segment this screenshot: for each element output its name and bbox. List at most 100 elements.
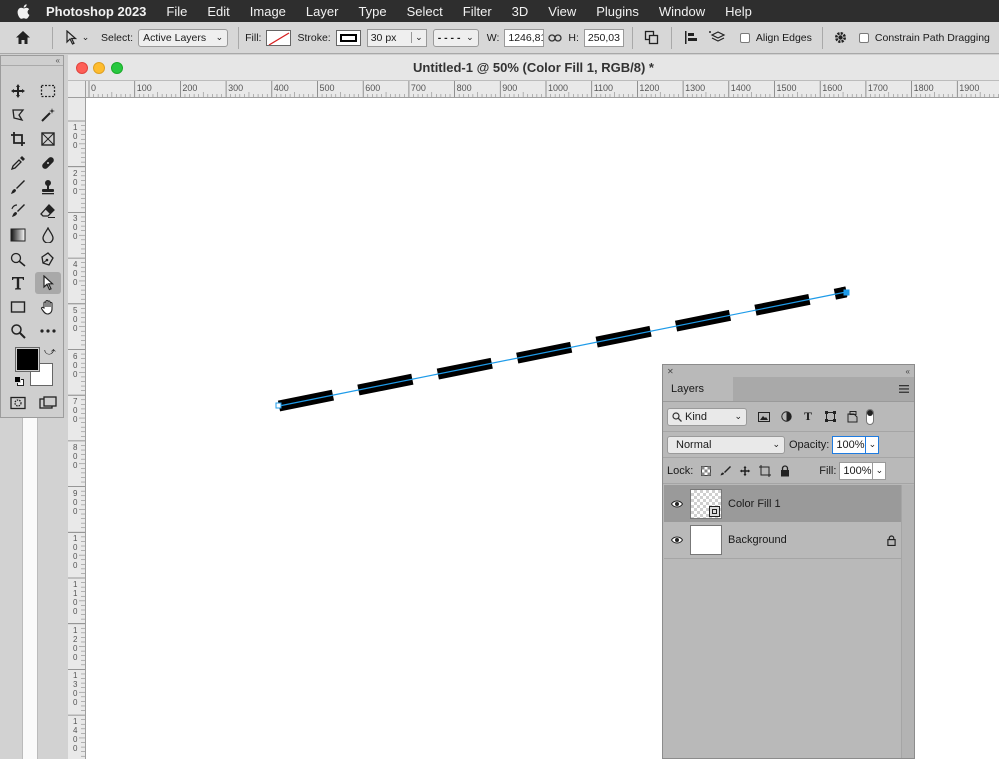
more-tools-icon[interactable]	[35, 320, 61, 342]
path-anchor-start[interactable]	[275, 402, 282, 409]
lock-icon[interactable]	[881, 534, 901, 546]
filter-toggle[interactable]	[863, 408, 877, 425]
document-title-bar: Untitled-1 @ 50% (Color Fill 1, RGB/8) *	[68, 55, 999, 81]
menu-help[interactable]: Help	[725, 4, 752, 19]
healing-brush-tool-icon[interactable]	[35, 152, 61, 174]
menu-image[interactable]: Image	[250, 4, 286, 19]
magic-wand-tool-icon[interactable]	[35, 104, 61, 126]
tab-layers[interactable]: Layers	[663, 377, 733, 401]
vertical-ruler[interactable]: 1 0 0 2 0 0 3 0 0 4 0 0 5 0 0 6 0 0 7 0 0 8 0 0…	[68, 98, 86, 759]
gradient-tool-icon[interactable]	[5, 224, 31, 246]
frame-tool-icon[interactable]	[35, 128, 61, 150]
w-label: W:	[486, 31, 500, 44]
clone-stamp-tool-icon[interactable]	[35, 176, 61, 198]
path-anchor-end[interactable]	[843, 289, 850, 296]
fill-swatch[interactable]	[266, 29, 292, 46]
path-arrangement-icon[interactable]	[704, 26, 732, 50]
fill-opacity-input[interactable]: 100%	[839, 461, 874, 480]
horizontal-ruler[interactable]: 0 100 200 300 400 500 600 700 800 900 1000 1100 1200…	[86, 81, 999, 98]
stroke-width-input[interactable]: 30 px ⌄	[366, 28, 427, 47]
eyedropper-tool-icon[interactable]	[5, 152, 31, 174]
app-menu[interactable]: Photoshop 2023	[46, 4, 146, 19]
panel-scroll-gutter[interactable]	[901, 485, 914, 758]
pen-tool-icon[interactable]	[35, 248, 61, 270]
layer-row-color-fill-1[interactable]: Color Fill 1	[664, 485, 901, 522]
ruler-origin[interactable]	[68, 81, 86, 98]
panel-menu-icon[interactable]	[894, 377, 914, 401]
quick-mask-icon[interactable]	[5, 392, 31, 414]
default-colors-icon[interactable]	[14, 376, 24, 386]
align-edges-checkbox[interactable]	[739, 32, 750, 43]
type-filter-icon[interactable]: T	[797, 409, 819, 424]
direct-selection-tool-icon[interactable]	[35, 272, 61, 294]
crop-tool-icon[interactable]	[5, 128, 31, 150]
path-operations-icon[interactable]	[639, 26, 665, 50]
stroke-label: Stroke:	[297, 31, 331, 44]
hand-tool-icon[interactable]	[35, 296, 61, 318]
collapse-panel-icon[interactable]: «	[906, 367, 910, 376]
height-input[interactable]: 250,03 p	[583, 28, 624, 47]
eraser-tool-icon[interactable]	[35, 200, 61, 222]
visibility-eye-icon[interactable]	[664, 500, 690, 508]
menu-filter[interactable]: Filter	[463, 4, 492, 19]
apple-icon[interactable]	[0, 3, 46, 19]
lock-transparent-pixels-icon[interactable]	[697, 465, 715, 476]
toolbox-header[interactable]: «	[1, 56, 63, 66]
blend-mode-dropdown[interactable]: Normal ⌄	[667, 435, 785, 454]
filter-kind-dropdown[interactable]: Kind ⌄	[667, 407, 747, 426]
type-tool-icon[interactable]	[5, 272, 31, 294]
image-filter-icon[interactable]	[753, 411, 775, 422]
toolbox: « ⤻	[0, 55, 64, 418]
stroke-type-dropdown[interactable]: - - - - ⌄	[432, 28, 479, 47]
adjustment-filter-icon[interactable]	[775, 411, 797, 422]
close-panel-icon[interactable]: ✕	[667, 367, 674, 376]
menu-file[interactable]: File	[166, 4, 187, 19]
blur-tool-icon[interactable]	[35, 224, 61, 246]
menu-edit[interactable]: Edit	[207, 4, 229, 19]
path-select-tool-preset[interactable]: ⌄	[59, 26, 95, 50]
foreground-color-swatch[interactable]	[15, 347, 40, 372]
menu-bar: Photoshop 2023 File Edit Image Layer Typ…	[0, 0, 999, 22]
menu-type[interactable]: Type	[358, 4, 386, 19]
gear-icon[interactable]	[829, 26, 853, 50]
menu-layer[interactable]: Layer	[306, 4, 339, 19]
layer-row-background[interactable]: Background	[664, 522, 901, 559]
zoom-tool-icon[interactable]	[5, 320, 31, 342]
menu-plugins[interactable]: Plugins	[596, 4, 639, 19]
opacity-input[interactable]: 100%	[832, 435, 867, 454]
layers-panel-header[interactable]: ✕ «	[663, 365, 914, 377]
lock-artboard-icon[interactable]	[755, 464, 775, 477]
ruler-h-label: 100	[136, 83, 152, 93]
minimize-window-button[interactable]	[93, 62, 105, 74]
constrain-path-checkbox[interactable]	[858, 32, 869, 43]
opacity-slider-toggle[interactable]: ⌄	[866, 435, 880, 454]
zoom-window-button[interactable]	[111, 62, 123, 74]
screen-mode-icon[interactable]	[35, 392, 61, 414]
history-brush-tool-icon[interactable]	[5, 200, 31, 222]
menu-select[interactable]: Select	[407, 4, 443, 19]
marquee-tool-icon[interactable]	[35, 80, 61, 102]
swap-colors-icon[interactable]: ⤻	[44, 346, 56, 359]
width-input[interactable]: 1246,81	[504, 28, 545, 47]
visibility-eye-icon[interactable]	[664, 536, 690, 544]
close-window-button[interactable]	[76, 62, 88, 74]
fill-slider-toggle[interactable]: ⌄	[873, 461, 887, 480]
shape-filter-icon[interactable]	[819, 411, 841, 422]
menu-view[interactable]: View	[548, 4, 576, 19]
link-icon[interactable]	[544, 26, 566, 50]
lock-position-icon[interactable]	[735, 465, 755, 477]
select-dropdown[interactable]: Active Layers ⌄	[138, 28, 229, 47]
lasso-tool-icon[interactable]	[5, 104, 31, 126]
smart-object-filter-icon[interactable]	[841, 410, 863, 423]
stroke-swatch[interactable]	[335, 29, 361, 46]
lock-image-pixels-icon[interactable]	[715, 465, 735, 476]
lock-all-icon[interactable]	[775, 464, 795, 477]
move-tool-icon[interactable]	[5, 80, 31, 102]
path-alignment-icon[interactable]	[678, 26, 704, 50]
brush-tool-icon[interactable]	[5, 176, 31, 198]
rectangle-tool-icon[interactable]	[5, 296, 31, 318]
dodge-tool-icon[interactable]	[5, 248, 31, 270]
home-icon[interactable]	[0, 26, 46, 50]
menu-window[interactable]: Window	[659, 4, 705, 19]
menu-3d[interactable]: 3D	[512, 4, 529, 19]
